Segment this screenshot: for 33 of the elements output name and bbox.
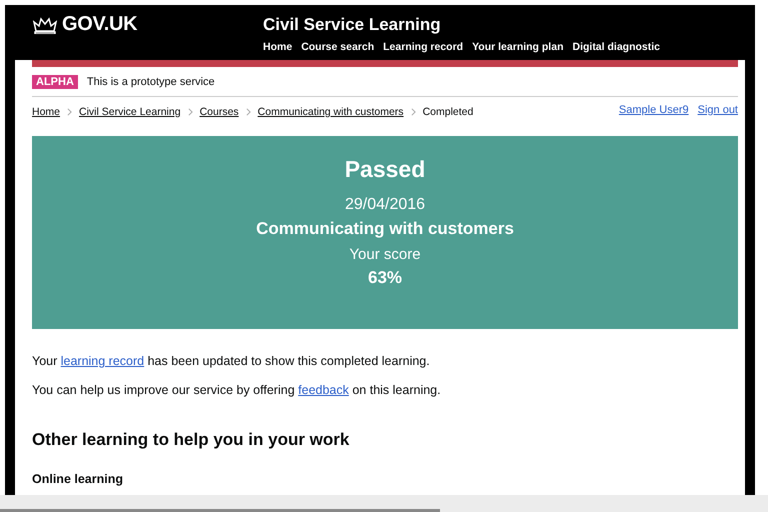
result-title: Passed	[344, 156, 426, 183]
scrollbar-thumb[interactable]	[0, 509, 440, 512]
breadcrumb-link[interactable]: Communicating with customers	[258, 106, 404, 118]
breadcrumb-current: Completed	[422, 106, 474, 118]
nav-link[interactable]: Learning record	[383, 41, 464, 53]
score-value: 63%	[368, 268, 402, 288]
section-heading: Other learning to help you in your work	[32, 430, 350, 450]
inline-link[interactable]: feedback	[298, 383, 349, 397]
breadcrumb-link[interactable]: Home	[32, 106, 60, 118]
chevron-icon	[246, 108, 251, 116]
breadcrumb-link[interactable]: Civil Service Learning	[79, 106, 181, 118]
nav-link[interactable]: Your learning plan	[472, 41, 564, 53]
nav-link[interactable]: Digital diagnostic	[572, 41, 660, 53]
paragraph: Your learning record has been updated to show this completed learning.	[32, 354, 431, 368]
course-name: Communicating with customers	[256, 219, 514, 239]
inline-link[interactable]: learning record	[60, 354, 144, 368]
subheading: Online learning	[32, 472, 124, 486]
service-name[interactable]: Civil Service Learning	[263, 15, 660, 35]
score-label: Your score	[349, 246, 421, 263]
chevron-icon	[410, 108, 416, 116]
govuk-logo[interactable]: GOV.UK	[62, 13, 138, 36]
crown-icon	[33, 16, 57, 34]
account-link[interactable]: Sample User9	[618, 104, 689, 116]
phase-text: This is a prototype service	[86, 76, 215, 88]
account-link[interactable]: Sign out	[698, 104, 738, 116]
breadcrumb-link[interactable]: Courses	[200, 106, 239, 118]
nav-link[interactable]: Home	[263, 41, 292, 53]
chevron-icon	[188, 108, 193, 116]
result-date: 29/04/2016	[344, 196, 426, 214]
chevron-icon	[67, 108, 72, 116]
phase-tag: ALPHA	[32, 75, 78, 89]
nav-link[interactable]: Course search	[301, 41, 374, 53]
paragraph: You can help us improve our service by offering feedback on this learning.	[32, 383, 442, 397]
